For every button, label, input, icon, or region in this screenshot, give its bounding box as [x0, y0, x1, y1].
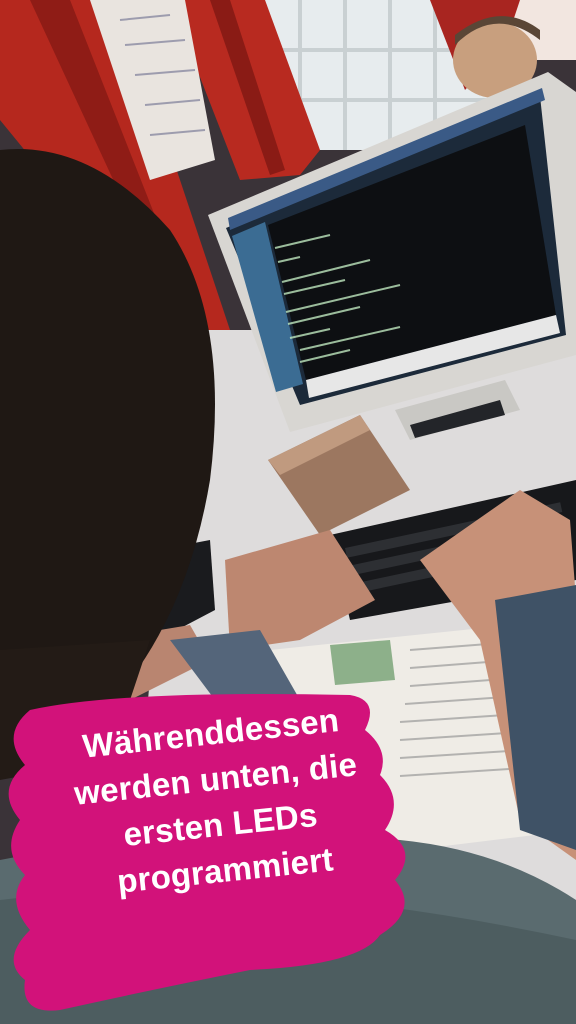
caption-banner: Währenddessen werden unten, die ersten L…: [0, 690, 440, 1020]
photo-scene: Währenddessen werden unten, die ersten L…: [0, 0, 576, 1024]
